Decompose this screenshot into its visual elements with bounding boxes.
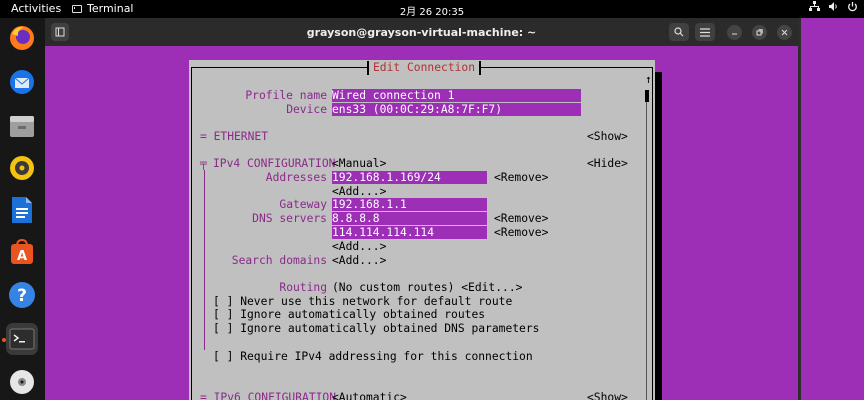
search-domains-add-button[interactable]: <Add...> <box>332 254 386 267</box>
app-store-icon: A <box>11 238 33 264</box>
maximize-button[interactable] <box>752 25 767 40</box>
clock[interactable]: 2月 26 20:35 <box>0 3 864 18</box>
thunderbird-icon <box>10 70 34 94</box>
disc-icon <box>10 370 34 394</box>
terminal-launcher[interactable] <box>6 323 38 355</box>
profile-name-label: Profile name <box>245 89 327 102</box>
ipv6-method-dropdown[interactable]: <Automatic> <box>332 391 407 400</box>
edit-connection-dialog: Edit Connection ↑ Profile name Wired con… <box>189 60 655 400</box>
svg-text:A: A <box>17 249 27 264</box>
dns-remove-button-1[interactable]: <Remove> <box>494 212 548 225</box>
volume-icon <box>829 2 837 11</box>
document-icon <box>12 197 32 223</box>
address-remove-button[interactable]: <Remove> <box>494 171 548 184</box>
rhythmbox-launcher[interactable] <box>6 152 38 184</box>
ipv4-method-dropdown[interactable]: <Manual> <box>332 157 386 170</box>
ignore-routes-checkbox[interactable]: [ ] Ignore automatically obtained routes <box>213 308 485 321</box>
system-tray[interactable] <box>809 1 858 12</box>
firefox-launcher[interactable] <box>6 22 38 54</box>
dialog-shadow <box>655 72 662 400</box>
ipv6-show-button[interactable]: <Show> <box>587 391 628 400</box>
dns-remove-button-2[interactable]: <Remove> <box>494 226 548 239</box>
search-button[interactable] <box>669 23 689 41</box>
dialog-title: Edit Connection <box>367 61 482 75</box>
scrollbar-track[interactable] <box>646 102 647 400</box>
window-edge <box>798 18 801 400</box>
routing-edit-button[interactable]: (No custom routes) <Edit...> <box>332 281 522 294</box>
gateway-label: Gateway <box>279 198 327 211</box>
never-default-route-checkbox[interactable]: [ ] Never use this network for default r… <box>213 295 512 308</box>
ipv6-section-label: = IPv6 CONFIGURATION <box>200 391 337 400</box>
search-icon <box>674 27 684 37</box>
terminal-app-icon <box>9 328 35 350</box>
thunderbird-launcher[interactable] <box>6 66 38 98</box>
desktop-edge <box>798 18 864 400</box>
device-input[interactable]: ens33 (00:0C:29:A8:7F:F7) <box>332 103 581 116</box>
ethernet-section-label: = ETHERNET <box>200 130 269 143</box>
ipv4-marker: ╤ <box>200 157 207 170</box>
menu-button[interactable] <box>695 23 715 41</box>
profile-name-input[interactable]: Wired connection 1 <box>332 89 581 102</box>
ignore-dns-checkbox[interactable]: [ ] Ignore automatically obtained DNS pa… <box>213 322 539 335</box>
top-bar: Activities Terminal 2月 26 20:35 <box>0 0 864 18</box>
require-ipv4-checkbox[interactable]: [ ] Require IPv4 addressing for this con… <box>213 350 533 363</box>
svg-text:?: ? <box>17 286 27 306</box>
close-button[interactable] <box>777 25 792 40</box>
close-icon <box>781 29 788 36</box>
hamburger-icon <box>700 27 710 37</box>
ipv4-section-label: IPv4 CONFIGURATION <box>213 157 336 170</box>
scrollbar-thumb[interactable] <box>645 90 649 102</box>
minimize-button[interactable] <box>727 25 742 40</box>
help-icon: ? <box>9 282 35 308</box>
files-icon <box>10 116 34 137</box>
disc-launcher[interactable] <box>6 366 38 398</box>
gateway-input[interactable]: 192.168.1.1 <box>332 198 487 211</box>
firefox-icon <box>10 26 34 50</box>
dns-server-input-1[interactable]: 8.8.8.8 <box>332 212 487 225</box>
dns-server-input-2[interactable]: 114.114.114.114 <box>332 226 487 239</box>
network-icon <box>809 1 820 11</box>
minimize-icon <box>732 33 737 35</box>
device-label: Device <box>286 103 327 116</box>
addresses-label: Addresses <box>265 171 327 184</box>
search-domains-label: Search domains <box>231 254 327 267</box>
address-input[interactable]: 192.168.1.169/24 <box>332 171 487 184</box>
rhythmbox-icon <box>10 156 34 180</box>
writer-launcher[interactable] <box>6 194 38 226</box>
ethernet-show-button[interactable]: <Show> <box>587 130 628 143</box>
files-launcher[interactable] <box>6 110 38 142</box>
routing-label: Routing <box>279 281 327 294</box>
power-icon <box>848 2 857 12</box>
dns-servers-label: DNS servers <box>252 212 327 225</box>
app-center-launcher[interactable]: A <box>6 236 38 268</box>
title-bar[interactable]: grayson@grayson-virtual-machine: ~ <box>45 18 798 46</box>
dns-add-button[interactable]: <Add...> <box>332 240 386 253</box>
scroll-up-arrow[interactable]: ↑ <box>645 73 655 86</box>
help-launcher[interactable]: ? <box>6 279 38 311</box>
address-add-button[interactable]: <Add...> <box>332 185 386 198</box>
restore-icon <box>756 29 763 36</box>
dock: A ? <box>0 18 45 400</box>
ipv4-hide-button[interactable]: <Hide> <box>587 157 628 170</box>
